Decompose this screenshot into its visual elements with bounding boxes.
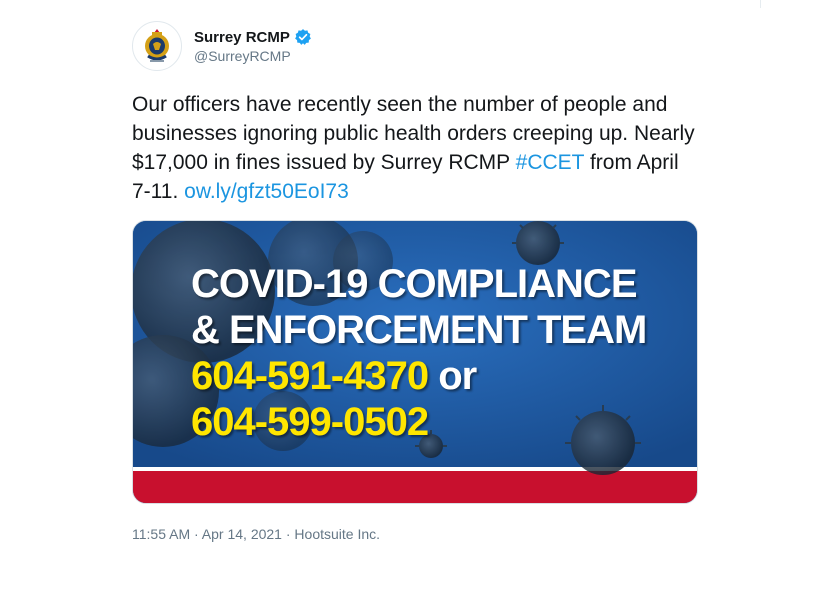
banner-phone-1: 604-591-4370 — [191, 354, 429, 398]
banner-phone-2: 604-599-0502 — [191, 400, 429, 444]
banner-phone-1-row: 604-591-4370 or — [191, 353, 646, 399]
tweet-header: Surrey RCMP @SurreyRCMP — [132, 18, 702, 74]
author-names: Surrey RCMP @SurreyRCMP — [194, 28, 312, 64]
display-name-row: Surrey RCMP — [194, 28, 312, 46]
meta-separator: · — [281, 526, 295, 542]
meta-separator: · — [190, 526, 202, 542]
divider — [760, 0, 761, 8]
display-name[interactable]: Surrey RCMP — [194, 29, 290, 46]
tweet-date[interactable]: Apr 14, 2021 — [202, 526, 282, 542]
banner-line-2: & ENFORCEMENT TEAM — [191, 308, 647, 352]
banner-text: COVID-19 COMPLIANCE & ENFORCEMENT TEAM 6… — [191, 261, 647, 445]
tweet-text: Our officers have recently seen the numb… — [132, 90, 702, 206]
banner-or: or — [428, 354, 477, 398]
tweet-image[interactable]: COVID-19 COMPLIANCE & ENFORCEMENT TEAM 6… — [132, 220, 698, 504]
banner-line-1: COVID-19 COMPLIANCE — [191, 262, 638, 306]
avatar[interactable] — [132, 21, 182, 71]
author-handle[interactable]: @SurreyRCMP — [194, 48, 312, 64]
tweet-source[interactable]: Hootsuite Inc. — [294, 526, 380, 542]
url-link[interactable]: ow.ly/gfzt50EoI73 — [184, 180, 349, 203]
tweet-card: Surrey RCMP @SurreyRCMP Our officers hav… — [132, 18, 702, 542]
hashtag-link[interactable]: #CCET — [516, 151, 584, 174]
verified-badge-icon — [294, 29, 311, 45]
rcmp-crest-icon — [145, 29, 169, 62]
tweet-time[interactable]: 11:55 AM — [132, 526, 190, 542]
tweet-meta: 11:55 AM · Apr 14, 2021 · Hootsuite Inc. — [132, 526, 702, 542]
